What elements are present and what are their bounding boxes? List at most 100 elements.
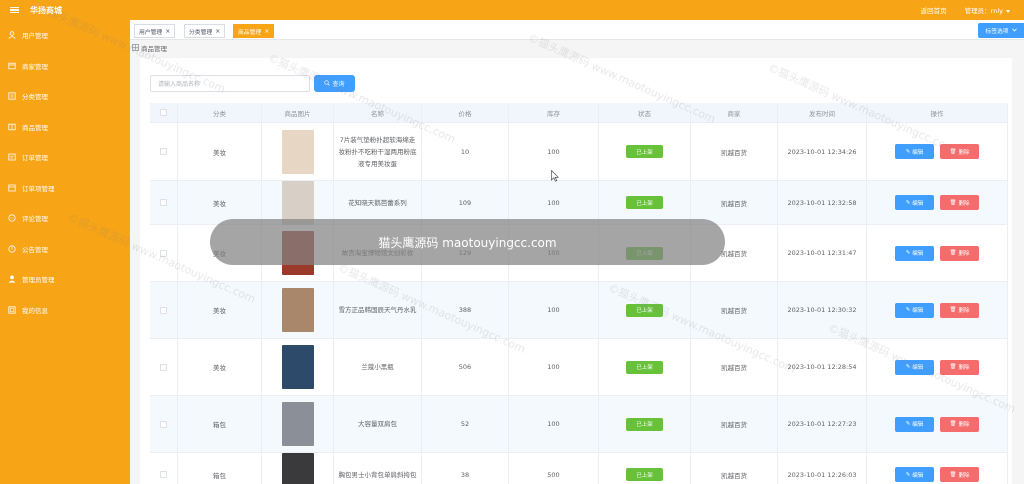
- product-name: 花知晓天鹅芭蕾系列: [348, 198, 407, 207]
- sidebar-item-label: 订单项管理: [22, 184, 55, 193]
- shop-icon: [8, 62, 16, 70]
- watermark-toast: 猫头鹰源码 maotouyingcc.com: [210, 219, 725, 265]
- row-checkbox[interactable]: [160, 420, 167, 428]
- admin-icon: [8, 275, 16, 283]
- merchant-cell: 凯越百货: [691, 181, 778, 224]
- actions-cell: ✎ 编辑 🗑 删除: [867, 225, 1008, 281]
- search-input[interactable]: 请输入商品名称: [150, 75, 310, 92]
- row-checkbox-cell: [150, 396, 178, 452]
- row-checkbox[interactable]: [160, 199, 167, 206]
- name-cell: 7片装气垫粉扑超软海绵走妆粉扑不吃粉干湿两用粉底液专用美妆蛋: [334, 123, 422, 180]
- search-button[interactable]: 查询: [314, 75, 355, 92]
- app-title: 华扬商城: [30, 5, 62, 15]
- edit-button[interactable]: ✎ 编辑: [895, 302, 934, 318]
- tab-options-button[interactable]: 标签选项: [978, 23, 1024, 38]
- edit-button[interactable]: ✎ 编辑: [895, 467, 934, 482]
- table-row: 美妆 7片装气垫粉扑超软海绵走妆粉扑不吃粉干湿两用粉底液专用美妆蛋 10 100 已上架…: [150, 123, 1008, 181]
- order-item-icon: [8, 184, 16, 192]
- merchant-cell: 凯越百货: [691, 453, 778, 484]
- tab-users[interactable]: 用户管理 ×: [134, 24, 176, 38]
- search-icon: [324, 79, 331, 88]
- category-cell: 美妆: [178, 282, 262, 338]
- row-checkbox[interactable]: [160, 148, 167, 155]
- menu-toggle-icon[interactable]: [4, 0, 24, 20]
- image-cell: [262, 339, 334, 395]
- tab-goods[interactable]: 商品管理 ×: [233, 24, 275, 38]
- price-cell: 10: [422, 123, 509, 180]
- publish-time-cell: 2023-10-01 12:31:47: [778, 225, 867, 281]
- merchant-cell: 凯越百货: [691, 339, 778, 395]
- close-icon[interactable]: ×: [215, 28, 220, 35]
- edit-button-label: 编辑: [912, 251, 924, 257]
- delete-button[interactable]: 🗑 删除: [940, 195, 979, 210]
- delete-button[interactable]: 🗑 删除: [940, 144, 979, 159]
- row-checkbox[interactable]: [160, 471, 167, 478]
- sidebar-item-comments[interactable]: 评论管理: [0, 203, 130, 234]
- edit-button[interactable]: ✎ 编辑: [895, 416, 934, 432]
- product-thumbnail: [281, 180, 314, 225]
- profile-icon: [8, 306, 16, 314]
- sidebar-item-admins[interactable]: 管理员管理: [0, 264, 130, 295]
- column-header: 库存: [509, 103, 599, 122]
- sidebar-item-goods[interactable]: 商品管理: [0, 112, 130, 143]
- sidebar-item-notices[interactable]: 公告管理: [0, 234, 130, 265]
- name-cell: 花知晓天鹅芭蕾系列: [334, 181, 422, 224]
- publish-time-cell: 2023-10-01 12:34:26: [778, 123, 867, 180]
- header-checkbox-cell[interactable]: [150, 103, 178, 122]
- status-cell: 已上架: [599, 339, 691, 395]
- edit-button[interactable]: ✎ 编辑: [895, 195, 934, 210]
- status-badge: 已上架: [626, 303, 663, 317]
- table-header-row: 分类 商品图片 名称 价格 库存 状态 商家 发布时间 操作: [150, 103, 1008, 123]
- actions-cell: ✎ 编辑 🗑 删除: [867, 453, 1008, 484]
- table-row: 美妆 兰蔻小黑瓶 506 100 已上架 凯越百货 2023-10-01 12:28:54 ✎…: [150, 339, 1008, 396]
- edit-button[interactable]: ✎ 编辑: [895, 359, 934, 375]
- delete-button[interactable]: 🗑 删除: [940, 245, 979, 261]
- row-checkbox[interactable]: [160, 306, 167, 314]
- sidebar-item-label: 用户管理: [22, 32, 48, 41]
- edit-button-label: 编辑: [912, 422, 924, 428]
- trash-icon: 🗑: [949, 471, 957, 478]
- admin-menu[interactable]: 管理员：rnly: [965, 5, 1010, 15]
- tab-label: 商品管理: [238, 29, 262, 36]
- category-cell: 美妆: [178, 339, 262, 395]
- tab-categories[interactable]: 分类管理 ×: [184, 24, 226, 38]
- sidebar-item-users[interactable]: 用户管理: [0, 20, 130, 51]
- sidebar: 用户管理 商家管理 分类管理 商品管理 订单管理 订单项管理 评论管理 公告管理…: [0, 20, 130, 484]
- sidebar-item-profile[interactable]: 我的信息: [0, 295, 130, 326]
- edit-button-label: 编辑: [912, 365, 924, 371]
- sidebar-item-merchants[interactable]: 商家管理: [0, 51, 130, 82]
- edit-button[interactable]: ✎ 编辑: [895, 144, 934, 159]
- top-right-links: 返回首页 管理员：rnly: [921, 0, 1010, 20]
- product-name: 兰蔻小黑瓶: [361, 363, 394, 371]
- status-badge: 已上架: [626, 360, 663, 374]
- sidebar-item-categories[interactable]: 分类管理: [0, 81, 130, 112]
- delete-button[interactable]: 🗑 删除: [940, 467, 979, 482]
- status-badge: 已上架: [626, 468, 663, 481]
- search-button-label: 查询: [332, 81, 345, 88]
- sidebar-item-label: 公告管理: [22, 245, 48, 254]
- row-checkbox-cell: [150, 453, 178, 484]
- status-cell: 已上架: [599, 453, 691, 484]
- status-cell: 已上架: [599, 181, 691, 224]
- sidebar-item-orders[interactable]: 订单管理: [0, 142, 130, 173]
- row-checkbox[interactable]: [160, 363, 167, 371]
- delete-button[interactable]: 🗑 删除: [940, 302, 979, 318]
- close-icon[interactable]: ×: [165, 28, 170, 35]
- product-thumbnail: [281, 288, 314, 332]
- sidebar-item-order-items[interactable]: 订单项管理: [0, 173, 130, 204]
- edit-icon: ✎: [905, 148, 911, 155]
- tabs-bar: 用户管理 × 分类管理 × 商品管理 × 标签选项: [130, 20, 1024, 40]
- edit-button[interactable]: ✎ 编辑: [895, 245, 934, 261]
- delete-button-label: 删除: [958, 251, 970, 257]
- actions-cell: ✎ 编辑 🗑 删除: [867, 396, 1008, 452]
- category-cell: 箱包: [178, 453, 262, 484]
- close-icon[interactable]: ×: [264, 28, 269, 35]
- row-checkbox-cell: [150, 225, 178, 281]
- select-all-checkbox[interactable]: [160, 109, 167, 116]
- delete-button[interactable]: 🗑 删除: [940, 359, 979, 375]
- row-checkbox-cell: [150, 181, 178, 224]
- column-header: 价格: [422, 103, 509, 122]
- delete-button[interactable]: 🗑 删除: [940, 416, 979, 432]
- home-link[interactable]: 返回首页: [921, 5, 947, 15]
- row-checkbox[interactable]: [160, 249, 167, 257]
